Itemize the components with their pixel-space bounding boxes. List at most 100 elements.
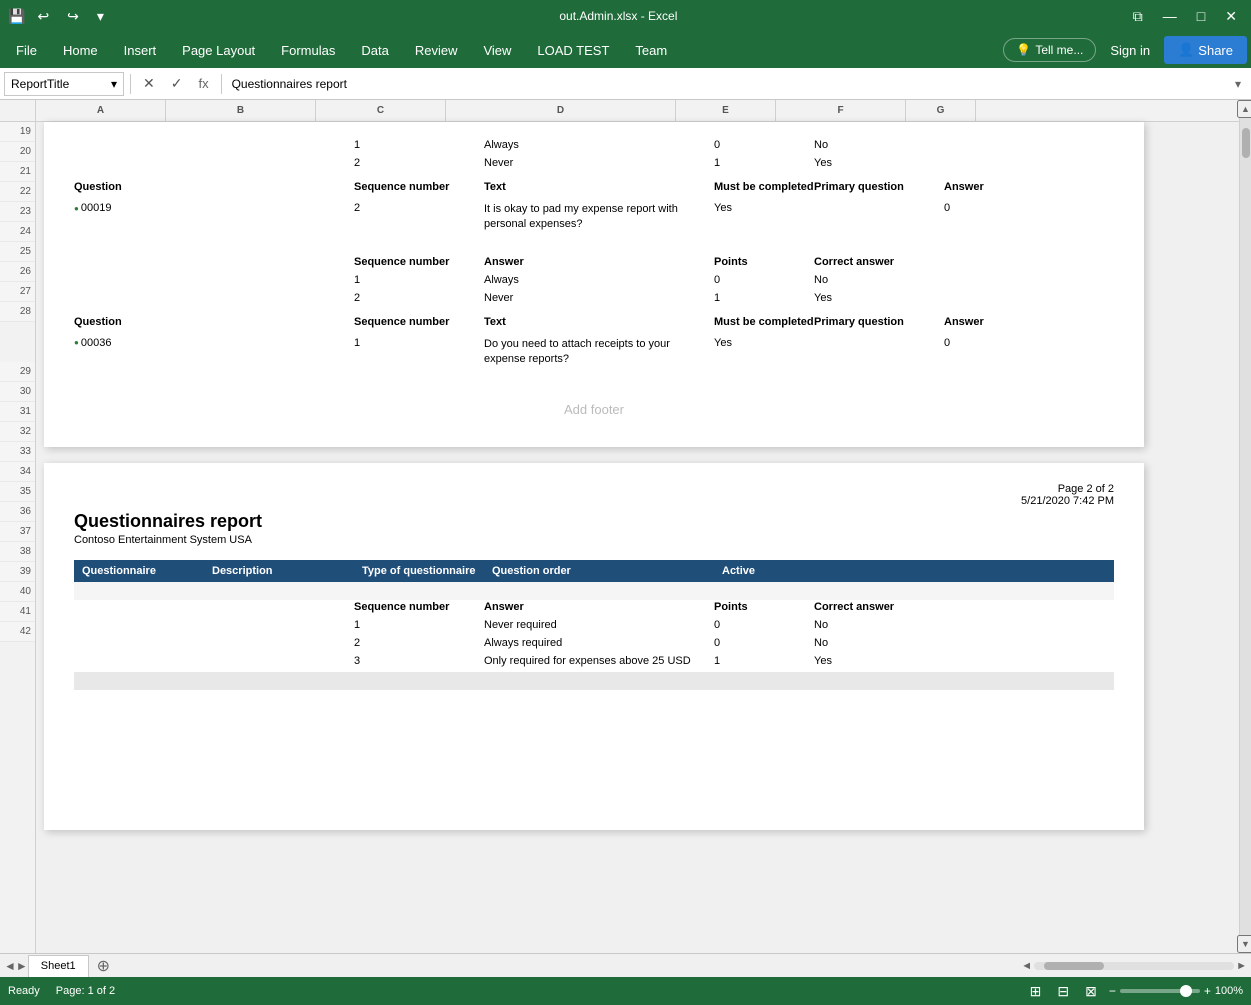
- r19-points: 0: [714, 139, 814, 151]
- report-title: Questionnaires report: [74, 511, 1114, 532]
- scroll-up-button[interactable]: ▲: [1237, 100, 1251, 118]
- menu-review[interactable]: Review: [403, 37, 470, 64]
- maximize-button[interactable]: □: [1191, 6, 1211, 26]
- h-scroll-right-button[interactable]: ►: [1236, 960, 1247, 972]
- page-layout-view-button[interactable]: ⊟: [1053, 981, 1073, 1002]
- status-bar: Ready Page: 1 of 2 ⊞ ⊟ ⊠ − + 100%: [0, 977, 1251, 1005]
- minimize-button[interactable]: —: [1157, 6, 1183, 26]
- r22-answer: 0: [944, 202, 1014, 214]
- r27-seqnum-header: Sequence number: [354, 316, 484, 328]
- h-scrollbar-thumb[interactable]: [1044, 962, 1104, 970]
- row-num-25: 25: [0, 242, 35, 262]
- redo-button[interactable]: ↪: [61, 6, 85, 27]
- green-dot2-icon: ●: [74, 338, 79, 347]
- save-icon[interactable]: 💾: [8, 8, 25, 25]
- r26-correct: Yes: [814, 292, 944, 304]
- tab-next-button[interactable]: ►: [16, 959, 28, 973]
- vertical-scrollbar[interactable]: ▲ ▼: [1239, 100, 1251, 953]
- formula-input[interactable]: [228, 75, 1225, 93]
- r21-answer-header: Answer: [944, 181, 1014, 193]
- r32-seqnum: 2: [354, 637, 484, 649]
- restore-button[interactable]: ⧉: [1127, 6, 1149, 27]
- col-header-e[interactable]: E: [676, 100, 776, 121]
- r25-correct: No: [814, 274, 944, 286]
- sheet-tab-sheet1[interactable]: Sheet1: [28, 955, 89, 977]
- r19-seq-num: 1: [354, 139, 484, 151]
- col-header-a[interactable]: A: [36, 100, 166, 121]
- tab-prev-button[interactable]: ◄: [4, 959, 16, 973]
- r25-seqnum: 1: [354, 274, 484, 286]
- undo-button[interactable]: ↩: [31, 6, 55, 27]
- r20-correct: Yes: [814, 157, 944, 169]
- add-sheet-button[interactable]: ⊕: [91, 956, 116, 976]
- row-num-35: 35: [0, 482, 35, 502]
- r21-question-label: Question: [74, 181, 204, 193]
- page-break-view-button[interactable]: ⊠: [1081, 981, 1101, 1002]
- status-right: ⊞ ⊟ ⊠ − + 100%: [1026, 981, 1243, 1002]
- th-type: Type of questionnaire: [354, 561, 484, 581]
- menu-view[interactable]: View: [471, 37, 523, 64]
- menu-team[interactable]: Team: [623, 37, 679, 64]
- zoom-in-button[interactable]: +: [1204, 984, 1211, 998]
- col-header-f[interactable]: F: [776, 100, 906, 121]
- column-headers: A B C D E F G: [36, 100, 1239, 122]
- col-header-g[interactable]: G: [906, 100, 976, 121]
- r28-id-value: 00036: [81, 337, 112, 349]
- r32-answer: Always required: [484, 637, 714, 649]
- pages-wrapper: 1 Always 0 No 2 Never 1 Yes: [36, 122, 1239, 854]
- r30-points-header: Points: [714, 601, 814, 613]
- customize-button[interactable]: ▾: [91, 6, 110, 27]
- row-20: 2 Never 1 Yes: [74, 156, 1114, 174]
- h-scroll-left-button[interactable]: ◄: [1021, 960, 1032, 972]
- menu-formulas[interactable]: Formulas: [269, 37, 347, 64]
- menu-home[interactable]: Home: [51, 37, 110, 64]
- zoom-out-button[interactable]: −: [1109, 984, 1116, 998]
- r24-seqnum-header: Sequence number: [354, 256, 484, 268]
- tell-me-search[interactable]: 💡 Tell me...: [1003, 38, 1096, 62]
- formula-bar: ReportTitle ▾ ✕ ✓ fx ▾: [0, 68, 1251, 100]
- r27-answer-header: Answer: [944, 316, 1014, 328]
- zoom-slider[interactable]: [1120, 989, 1200, 993]
- status-page: Page: 1 of 2: [56, 985, 115, 997]
- r26-answer: Never: [484, 292, 714, 304]
- enter-formula-button[interactable]: ✓: [165, 73, 189, 94]
- menu-load-test[interactable]: LOAD TEST: [525, 37, 621, 64]
- menu-data[interactable]: Data: [349, 37, 400, 64]
- normal-view-button[interactable]: ⊞: [1026, 981, 1046, 1002]
- row-num-27: 27: [0, 282, 35, 302]
- person-icon: 👤: [1178, 42, 1194, 58]
- col-header-d[interactable]: D: [446, 100, 676, 121]
- row-num-36: 36: [0, 502, 35, 522]
- th-question-order: Question order: [484, 561, 714, 581]
- sign-in-button[interactable]: Sign in: [1098, 37, 1162, 64]
- share-button[interactable]: 👤 Share: [1164, 36, 1247, 64]
- close-button[interactable]: ✕: [1219, 6, 1243, 27]
- name-box[interactable]: ReportTitle ▾: [4, 72, 124, 96]
- row-num-24: 24: [0, 222, 35, 242]
- scrollbar-track[interactable]: [1240, 118, 1251, 935]
- r28-text: Do you need to attach receipts to your e…: [484, 337, 714, 368]
- r20-seq-num: 2: [354, 157, 484, 169]
- col-header-b[interactable]: B: [166, 100, 316, 121]
- scroll-down-button[interactable]: ▼: [1237, 935, 1251, 953]
- menu-page-layout[interactable]: Page Layout: [170, 37, 267, 64]
- name-box-arrow[interactable]: ▾: [111, 77, 117, 91]
- status-left: Ready Page: 1 of 2: [8, 985, 115, 997]
- formula-expand-icon[interactable]: ▾: [1229, 77, 1247, 91]
- menu-file[interactable]: File: [4, 37, 49, 64]
- cancel-formula-button[interactable]: ✕: [137, 73, 161, 94]
- row-num-38: 38: [0, 542, 35, 562]
- zoom-control: − + 100%: [1109, 984, 1243, 998]
- row-num-21: 21: [0, 162, 35, 182]
- menu-insert[interactable]: Insert: [112, 37, 169, 64]
- r33-answer: Only required for expenses above 25 USD: [484, 655, 714, 667]
- scrollbar-thumb[interactable]: [1242, 128, 1250, 158]
- r28-seqnum: 1: [354, 337, 484, 349]
- r31-points: 0: [714, 619, 814, 631]
- r22-text: It is okay to pad my expense report with…: [484, 202, 714, 233]
- h-scrollbar-track[interactable]: [1034, 962, 1234, 970]
- menu-bar: File Home Insert Page Layout Formulas Da…: [0, 32, 1251, 68]
- spreadsheet-area[interactable]: A B C D E F G 1 Always 0 No: [36, 100, 1239, 953]
- r22-must: Yes: [714, 202, 814, 214]
- col-header-c[interactable]: C: [316, 100, 446, 121]
